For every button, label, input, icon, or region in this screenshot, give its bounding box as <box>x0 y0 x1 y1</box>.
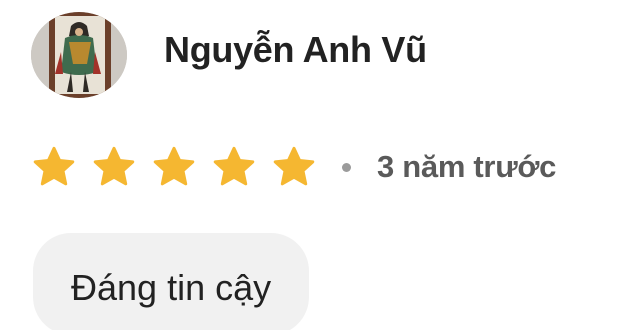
star-icon <box>92 145 136 189</box>
star-icon <box>212 145 256 189</box>
star-rating <box>32 145 316 189</box>
reviewer-name[interactable]: Nguyễn Anh Vũ <box>164 28 427 72</box>
dot-icon <box>342 162 351 172</box>
rating-row: 3 năm trước <box>32 144 556 190</box>
tag-chip[interactable]: Đáng tin cậy <box>33 233 310 330</box>
star-icon <box>32 145 76 189</box>
tag-label: Đáng tin cậy <box>71 267 272 308</box>
review-timestamp: 3 năm trước <box>377 149 557 184</box>
star-icon <box>152 145 196 189</box>
review-card: Nguyễn Anh Vũ 3 năm trước Đáng tin cậy <box>0 0 620 330</box>
star-icon <box>272 145 316 189</box>
avatar-painting-icon <box>31 12 127 98</box>
avatar[interactable] <box>31 12 127 98</box>
